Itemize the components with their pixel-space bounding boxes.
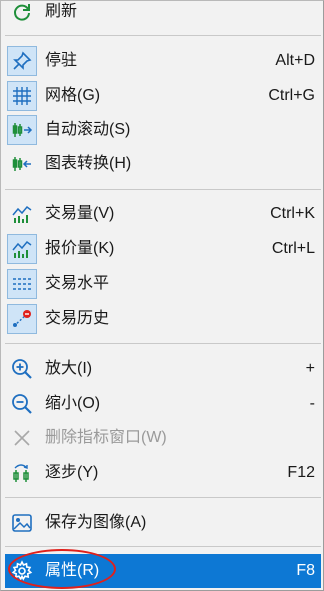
menu-item-trade-levels[interactable]: 交易水平	[5, 267, 321, 301]
menu-item-zoom-in[interactable]: 放大(I) +	[5, 352, 321, 386]
menu-item-label: 逐步(Y)	[45, 464, 99, 481]
pin-icon	[7, 46, 37, 76]
menu-item-step[interactable]: 逐步(Y) F12	[5, 456, 321, 490]
menu-item-label: 交易水平	[45, 275, 110, 292]
menu-item-shortcut: -	[309, 395, 315, 412]
grid-icon	[7, 81, 37, 111]
menu-item-grid[interactable]: 网格(G) Ctrl+G	[5, 79, 321, 113]
menu-item-shortcut: F8	[296, 562, 315, 579]
tick-volume-icon	[7, 234, 37, 264]
trade-history-icon	[7, 304, 37, 334]
menu-item-label: 图表转换(H)	[45, 155, 132, 172]
menu-item-label: 报价量(K)	[45, 240, 115, 257]
menu-item-pin[interactable]: 停驻 Alt+D	[5, 44, 321, 78]
menu-item-autoscroll[interactable]: 自动滚动(S)	[5, 113, 321, 147]
menu-item-label: 属性(R)	[45, 562, 100, 579]
zoom-in-icon	[7, 354, 37, 384]
close-icon	[7, 423, 37, 453]
refresh-icon	[7, 0, 37, 27]
menu-item-label: 删除指标窗口(W)	[45, 429, 167, 446]
image-icon	[7, 508, 37, 538]
autoscroll-icon	[7, 115, 37, 145]
menu-item-volume[interactable]: 交易量(V) Ctrl+K	[5, 197, 321, 231]
step-icon	[7, 458, 37, 488]
chart-shift-icon	[7, 149, 37, 179]
menu-separator	[5, 546, 321, 547]
menu-item-save-as-image[interactable]: 保存为图像(A)	[5, 506, 321, 540]
menu-item-label: 刷新	[45, 3, 78, 20]
menu-separator	[5, 497, 321, 498]
menu-item-label: 停驻	[45, 52, 78, 69]
menu-item-refresh[interactable]: 刷新	[5, 0, 321, 29]
gear-icon	[7, 556, 37, 586]
menu-item-properties[interactable]: 属性(R) F8	[5, 554, 321, 588]
menu-item-shortcut: F12	[287, 464, 315, 481]
zoom-out-icon	[7, 389, 37, 419]
menu-item-label: 交易历史	[45, 310, 110, 327]
menu-item-label: 保存为图像(A)	[45, 514, 147, 531]
menu-separator	[5, 343, 321, 344]
menu-item-zoom-out[interactable]: 缩小(O) -	[5, 387, 321, 421]
menu-item-delete-indicator-window: 删除指标窗口(W)	[5, 421, 321, 455]
menu-item-trade-history[interactable]: 交易历史	[5, 302, 321, 336]
menu-separator	[5, 35, 321, 36]
volume-icon	[7, 199, 37, 229]
menu-item-shortcut: Alt+D	[275, 52, 315, 69]
menu-item-shortcut: +	[305, 360, 315, 377]
menu-item-label: 缩小(O)	[45, 395, 101, 412]
menu-separator	[5, 189, 321, 190]
menu-item-chart-shift[interactable]: 图表转换(H)	[5, 147, 321, 181]
menu-item-label: 交易量(V)	[45, 205, 115, 222]
menu-item-shortcut: Ctrl+K	[270, 205, 315, 222]
menu-item-label: 自动滚动(S)	[45, 121, 131, 138]
menu-item-label: 网格(G)	[45, 87, 101, 104]
menu-item-shortcut: Ctrl+L	[271, 240, 315, 257]
menu-item-label: 放大(I)	[45, 360, 93, 377]
menu-item-shortcut: Ctrl+G	[268, 87, 315, 104]
menu-item-tick-volume[interactable]: 报价量(K) Ctrl+L	[5, 232, 321, 266]
trade-levels-icon	[7, 269, 37, 299]
chart-context-menu: 刷新 停驻 Alt+D 网格(G) Ctrl+G 自动滚动(S) 图表转换(H)…	[0, 0, 324, 591]
